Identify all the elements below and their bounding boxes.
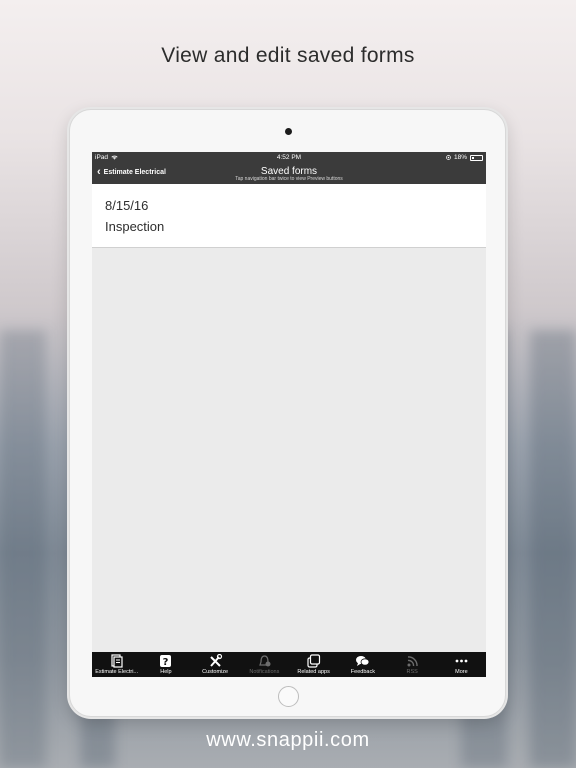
related-apps-icon [307,654,321,668]
tab-label: Related apps [297,669,330,675]
tab-bar: Estimate Electri... ? Help Customize Not… [92,652,486,677]
battery-icon [470,154,483,161]
navigation-bar[interactable]: ‹ Estimate Electrical Saved forms Tap na… [92,163,486,184]
battery-percent: 18% [453,154,467,161]
page-subtitle: Tap navigation bar twice to view Preview… [235,176,343,182]
ipad-frame: iPad 4:52 PM 18% ‹ Estimate Electrical S… [69,109,506,717]
tab-related-apps[interactable]: Related apps [289,652,338,677]
tab-label: RSS [406,669,418,675]
tab-more[interactable]: More [437,652,486,677]
status-right: 18% [446,154,483,161]
tools-icon [209,654,222,667]
form-date: 8/15/16 [105,198,149,213]
tab-estimate-electrical[interactable]: Estimate Electri... [92,652,141,677]
tab-label: More [455,669,468,675]
tab-help[interactable]: ? Help [141,652,190,677]
status-time: 4:52 PM [276,154,302,161]
more-icon [455,659,468,663]
tab-rss[interactable]: RSS [388,652,437,677]
rss-icon [407,656,418,667]
status-bar: iPad 4:52 PM 18% [92,152,486,163]
feedback-icon [356,656,370,666]
saved-forms-list: 8/15/16 Inspection [92,184,486,248]
location-icon [446,155,451,160]
tab-label: Help [160,669,172,675]
forms-icon [111,654,123,668]
home-button[interactable] [278,686,299,707]
tab-customize[interactable]: Customize [191,652,240,677]
notifications-icon [259,655,271,667]
help-icon: ? [160,655,172,668]
tab-label: Estimate Electri... [95,669,139,675]
app-screen: iPad 4:52 PM 18% ‹ Estimate Electrical S… [92,152,486,677]
tab-label: Customize [202,669,229,675]
camera-icon [285,128,292,135]
tab-label: Feedback [350,669,375,675]
tab-notifications[interactable]: Notifications [240,652,289,677]
tab-label: Notifications [249,669,280,675]
list-item[interactable]: 8/15/16 Inspection [92,184,486,247]
footer-url: www.snappii.com [206,729,370,751]
form-name: Inspection [105,219,165,234]
tab-feedback[interactable]: Feedback [338,652,387,677]
promo-headline: View and edit saved forms [161,44,415,67]
svg-text:?: ? [163,657,169,668]
